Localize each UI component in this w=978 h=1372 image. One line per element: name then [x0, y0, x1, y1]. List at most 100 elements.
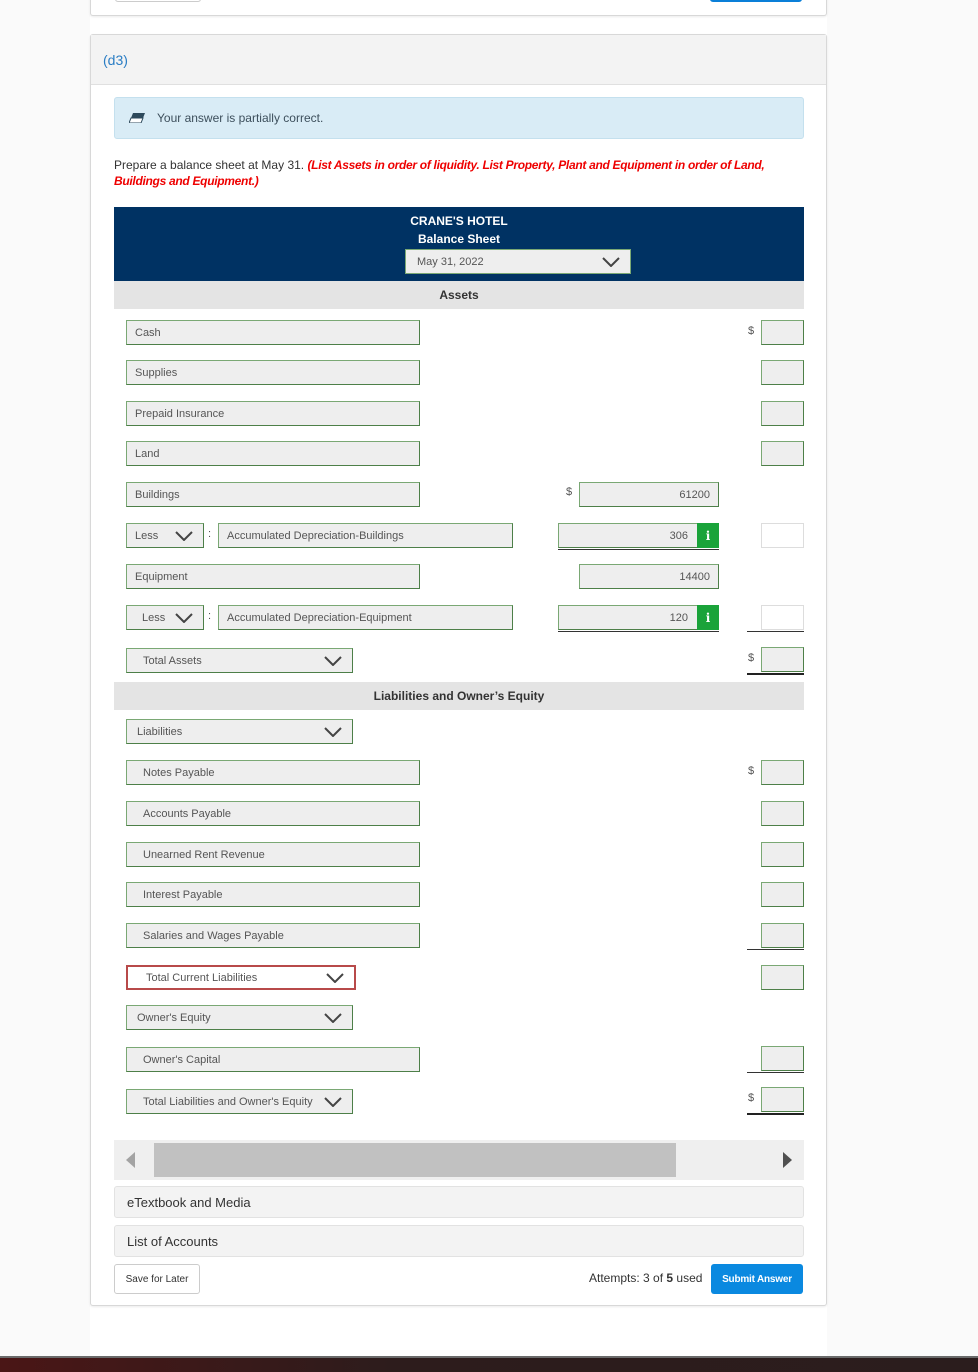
chevron-down-icon [324, 726, 342, 737]
subtotal-underline [558, 549, 719, 550]
instructions: Prepare a balance sheet at May 31. (List… [114, 157, 804, 189]
modifier-select-value: Less [142, 611, 166, 624]
account-field-accum-dep-equipment[interactable]: Accumulated Depreciation-Equipment [218, 605, 513, 630]
account-field-land[interactable]: Land [126, 441, 420, 466]
total-assets-label: Total Assets [143, 654, 202, 667]
subtotal-underline [747, 1072, 804, 1073]
chevron-down-icon [324, 1096, 342, 1107]
modifier-select-equipment[interactable]: Less [126, 605, 204, 630]
taskbar [0, 1356, 978, 1372]
account-field-supplies[interactable]: Supplies [126, 360, 420, 385]
list-of-accounts-accordion[interactable]: List of Accounts [114, 1225, 804, 1257]
amount-input-land[interactable] [761, 441, 804, 466]
owners-equity-select-value: Owner's Equity [137, 1011, 211, 1024]
attempts-used: 3 [643, 1271, 650, 1285]
scroll-left-arrow-icon[interactable] [126, 1152, 135, 1168]
assets-heading: Assets [114, 281, 804, 309]
dollar-sign: $ [748, 652, 755, 664]
amount-input-buildings[interactable]: 61200 [579, 482, 719, 507]
amount-input-net-buildings[interactable] [761, 523, 804, 548]
account-field-accum-dep-buildings[interactable]: Accumulated Depreciation-Buildings [218, 523, 513, 548]
total-assets-input[interactable] [761, 647, 804, 672]
liabilities-select-value: Liabilities [137, 725, 183, 738]
amount-input-equipment[interactable]: 14400 [579, 564, 719, 589]
chevron-down-icon [324, 655, 342, 666]
amount-input-accum-dep-buildings[interactable]: 306 i [558, 523, 719, 548]
chevron-down-icon [602, 256, 620, 267]
colon-separator: : [208, 610, 212, 622]
amount-input-owners-capital[interactable] [761, 1046, 804, 1071]
info-icon[interactable]: i [697, 523, 719, 548]
scrollbar-thumb[interactable] [154, 1143, 676, 1177]
account-field-cash[interactable]: Cash [126, 320, 420, 345]
account-field-owners-capital[interactable]: Owner's Capital [126, 1047, 420, 1072]
total-assets-select[interactable]: Total Assets [126, 648, 353, 673]
date-select-value: May 31, 2022 [417, 255, 484, 268]
attempts-mid: of [649, 1271, 667, 1285]
balance-sheet-header: CRANE'S HOTEL Balance Sheet May 31, 2022 [114, 207, 804, 281]
account-field-unearned-rent-revenue[interactable]: Unearned Rent Revenue [126, 842, 420, 867]
total-current-liabilities-label: Total Current Liabilities [146, 971, 258, 984]
attempts-counter: Attempts: 3 of 5 used [589, 1271, 702, 1285]
subtotal-underline [747, 631, 804, 632]
amount-input-accum-dep-equipment[interactable]: 120 i [558, 605, 719, 630]
chevron-down-icon [175, 530, 193, 541]
eraser-icon [129, 113, 145, 123]
account-field-notes-payable[interactable]: Notes Payable [126, 760, 420, 785]
subtotal-underline [747, 949, 804, 950]
account-field-accounts-payable[interactable]: Accounts Payable [126, 801, 420, 826]
save-for-later-button[interactable]: Save for Later [114, 1264, 200, 1294]
statement-title: Balance Sheet [417, 232, 501, 246]
dollar-sign: $ [748, 1092, 755, 1104]
amount-input-salaries-wages-payable[interactable] [761, 923, 804, 948]
liabilities-select[interactable]: Liabilities [126, 719, 353, 744]
dollar-sign: $ [566, 486, 573, 498]
amount-value: 120 [669, 611, 688, 624]
chevron-down-icon [326, 972, 344, 983]
attempts-prefix: Attempts: [589, 1271, 644, 1285]
amount-input-interest-payable[interactable] [761, 882, 804, 907]
part-label: (d3) [103, 52, 128, 68]
liabilities-equity-heading: Liabilities and Owner’s Equity [114, 682, 804, 710]
amount-input-cash[interactable] [761, 320, 804, 345]
account-field-salaries-wages-payable[interactable]: Salaries and Wages Payable [126, 923, 420, 948]
horizontal-scrollbar[interactable] [114, 1140, 804, 1180]
submit-answer-button[interactable]: Submit Answer [711, 1264, 803, 1294]
amount-input-net-equipment[interactable] [761, 605, 804, 630]
total-double-underline [747, 673, 804, 675]
amount-input-supplies[interactable] [761, 360, 804, 385]
instructions-text: Prepare a balance sheet at May 31. [114, 158, 305, 172]
owners-equity-select[interactable]: Owner's Equity [126, 1005, 353, 1030]
subtotal-underline [558, 631, 719, 632]
amount-input-prepaid-insurance[interactable] [761, 401, 804, 426]
account-field-buildings[interactable]: Buildings [126, 482, 420, 507]
attempts-suffix: used [673, 1271, 703, 1285]
total-liabilities-equity-input[interactable] [761, 1087, 804, 1112]
feedback-banner: Your answer is partially correct. [114, 97, 804, 139]
total-liabilities-equity-select[interactable]: Total Liabilities and Owner's Equity [126, 1089, 353, 1114]
account-field-interest-payable[interactable]: Interest Payable [126, 882, 420, 907]
chevron-down-icon [175, 612, 193, 623]
previous-submit-button[interactable] [710, 0, 802, 2]
total-current-liabilities-input[interactable] [761, 965, 804, 990]
card-header: (d3) [91, 35, 826, 85]
amount-input-notes-payable[interactable] [761, 760, 804, 785]
account-field-equipment[interactable]: Equipment [126, 564, 420, 589]
modifier-select-buildings[interactable]: Less [126, 523, 204, 548]
feedback-message: Your answer is partially correct. [157, 111, 324, 125]
amount-input-accounts-payable[interactable] [761, 801, 804, 826]
info-icon[interactable]: i [697, 605, 719, 630]
previous-question-card [90, 0, 827, 16]
etextbook-media-accordion[interactable]: eTextbook and Media [114, 1186, 804, 1218]
account-field-prepaid-insurance[interactable]: Prepaid Insurance [126, 401, 420, 426]
previous-save-button[interactable] [115, 0, 201, 2]
company-name: CRANE'S HOTEL [410, 214, 508, 228]
dollar-sign: $ [748, 765, 755, 777]
modifier-select-value: Less [135, 529, 159, 542]
amount-value: 306 [669, 529, 688, 542]
scroll-right-arrow-icon[interactable] [783, 1152, 792, 1168]
amount-input-unearned-rent-revenue[interactable] [761, 842, 804, 867]
question-card: (d3) Your answer is partially correct. P… [90, 34, 827, 1306]
total-current-liabilities-select[interactable]: Total Current Liabilities [126, 965, 356, 990]
date-select[interactable]: May 31, 2022 [405, 249, 631, 274]
